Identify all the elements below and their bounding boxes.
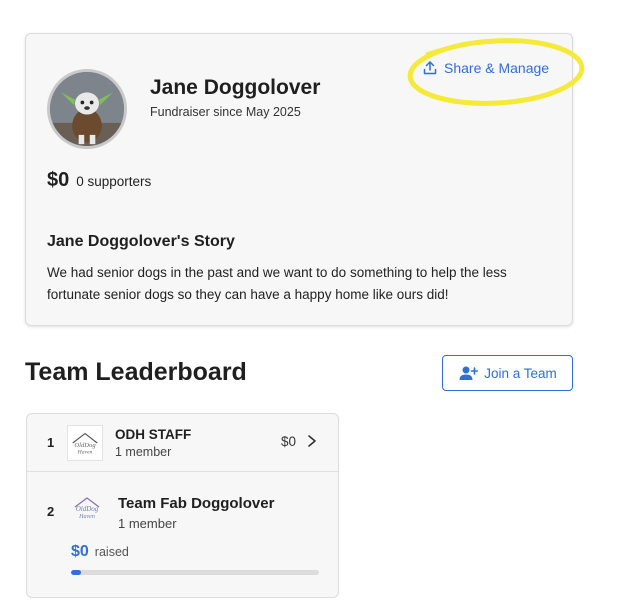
team-row[interactable]: 2 OldDog Haven Team Fab Doggolover 1 mem… — [27, 473, 338, 597]
add-user-icon — [459, 366, 479, 380]
svg-text:Haven: Haven — [78, 514, 95, 520]
raised-total: $0 — [47, 169, 70, 191]
supporters-count: 0 supporters — [76, 174, 152, 189]
story-text: We had senior dogs in the past and we wa… — [47, 265, 507, 302]
join-team-button[interactable]: Join a Team — [442, 355, 573, 391]
profile-card: Jane Doggolover Fundraiser since May 202… — [25, 33, 585, 326]
team-raised-label: raised — [94, 545, 129, 559]
team-raised-amount: $0 — [71, 543, 89, 560]
progress-fill — [71, 570, 81, 575]
team-members: 1 member — [115, 445, 172, 459]
story-title: Jane Doggolover's Story — [47, 233, 235, 250]
join-team-label: Join a Team — [484, 365, 557, 381]
team-row[interactable]: 1 OldDog Haven ODH STAFF 1 member $0 — [27, 414, 338, 472]
svg-text:OldDog: OldDog — [76, 505, 99, 513]
chevron-right-icon[interactable] — [305, 433, 319, 449]
team-rank: 1 — [47, 435, 55, 450]
team-name: Team Fab Doggolover — [118, 495, 275, 512]
upload-icon — [423, 61, 437, 75]
fundraiser-since: Fundraiser since May 2025 — [150, 105, 301, 119]
team-logo-icon: OldDog Haven — [69, 490, 105, 526]
team-amount: $0 — [281, 434, 297, 449]
team-raised: $0 raised — [71, 543, 129, 561]
leaderboard-title: Team Leaderboard — [25, 358, 247, 386]
share-manage-label: Share & Manage — [444, 60, 550, 76]
share-manage-button[interactable]: Share & Manage — [422, 56, 549, 80]
dog-photo-icon — [50, 72, 124, 146]
progress-bar — [71, 570, 319, 575]
fundraiser-page: Jane Doggolover Fundraiser since May 202… — [0, 0, 624, 611]
leaderboard-list: 1 OldDog Haven ODH STAFF 1 member $0 2 O… — [26, 413, 339, 598]
svg-text:OldDog: OldDog — [74, 442, 96, 449]
fundraiser-name: Jane Doggolover — [150, 76, 321, 99]
amount-raised: $0 0 supporters — [47, 169, 151, 192]
svg-text:Haven: Haven — [77, 449, 93, 455]
team-members: 1 member — [118, 516, 177, 531]
team-name: ODH STAFF — [115, 427, 192, 442]
avatar — [47, 69, 127, 149]
team-rank: 2 — [47, 504, 55, 519]
team-logo-icon: OldDog Haven — [67, 425, 103, 461]
